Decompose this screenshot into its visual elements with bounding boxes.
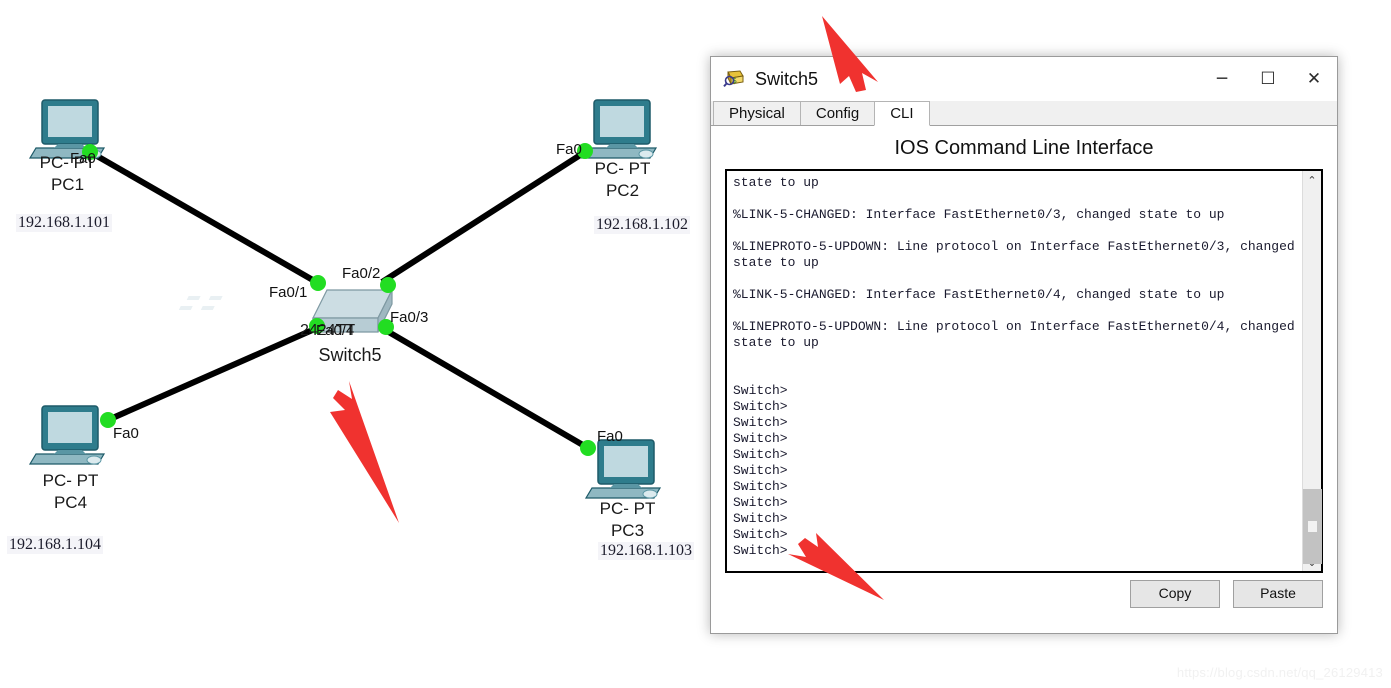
node-label-pc4: PC- PT PC4 [13, 470, 128, 515]
pc2-model: PC- PT [594, 159, 651, 178]
terminal-line: Switch> [733, 511, 788, 526]
terminal-line: Switch> [733, 415, 788, 430]
pc3-name: PC3 [610, 521, 645, 541]
link-pc4-switch [106, 325, 319, 423]
tab-physical[interactable]: Physical [713, 101, 801, 125]
port-label-switch-fa03: Fa0/3 [390, 309, 429, 326]
terminal-line: Switch> [733, 479, 788, 494]
scrollbar-thumb[interactable] [1302, 489, 1322, 564]
link-pc2-switch [380, 149, 587, 285]
port-label-pc3-fa0: Fa0 [597, 428, 623, 445]
topology-links-svg [28, 99, 662, 499]
terminal-line: Switch> [733, 543, 788, 558]
tab-config[interactable]: Config [799, 101, 876, 125]
terminal-line: %LINK-5-CHANGED: Interface FastEthernet0… [733, 287, 1225, 302]
switch-name-label: Switch5 [318, 345, 382, 365]
port-label-pc4-fa0: Fa0 [113, 425, 139, 442]
link-pc3-switch [378, 324, 590, 451]
switch-cli-window[interactable]: $ Switch5 ─ ☐ ✕ Physical Config CLI IOS … [710, 56, 1338, 634]
copy-button[interactable]: Copy [1130, 580, 1220, 608]
terminal-line: Switch> [733, 447, 788, 462]
terminal-container[interactable]: state to up %LINK-5-CHANGED: Interface F… [725, 169, 1323, 573]
node-label-pc2: PC- PT PC2 [565, 158, 680, 203]
window-title: Switch5 [755, 68, 819, 89]
terminal-line: Switch> [733, 495, 788, 510]
ip-label-pc2: 192.168.1.102 [594, 216, 690, 234]
terminal-line: Switch> [733, 463, 788, 478]
packet-tracer-switch-icon: $ [723, 68, 745, 90]
terminal-output[interactable]: state to up %LINK-5-CHANGED: Interface F… [727, 171, 1302, 571]
terminal-line: %LINEPROTO-5-UPDOWN: Line protocol on In… [733, 239, 1295, 254]
maximize-button[interactable]: ☐ [1245, 57, 1291, 101]
terminal-line: state to up [733, 175, 819, 190]
terminal-line: %LINEPROTO-5-UPDOWN: Line protocol on In… [733, 319, 1295, 334]
close-button[interactable]: ✕ [1291, 57, 1337, 101]
pc1-model: PC- PT [39, 153, 96, 172]
panel-title: IOS Command Line Interface [894, 137, 1154, 159]
window-controls[interactable]: ─ ☐ ✕ [1199, 57, 1337, 101]
node-label-pc3: PC- PT PC3 [570, 498, 685, 543]
ip-label-pc1: 192.168.1.101 [16, 214, 112, 232]
port-label-switch-fa02: Fa0/2 [342, 265, 381, 282]
pc1-name: PC1 [50, 175, 85, 195]
scrollbar-track[interactable] [1302, 189, 1322, 564]
pc3-model: PC- PT [599, 499, 656, 518]
terminal-line: %LINK-5-CHANGED: Interface FastEthernet0… [733, 207, 1225, 222]
pc4-name: PC4 [53, 493, 88, 513]
port-label-pc1-fa0: Fa0 [70, 150, 96, 167]
terminal-button-row[interactable]: Copy Paste [1130, 580, 1323, 608]
window-titlebar[interactable]: $ Switch5 ─ ☐ ✕ [711, 57, 1337, 101]
node-label-pc1: PC- PT PC1 [10, 152, 125, 197]
network-topology-canvas[interactable]: PC- PT PC1 Fa0 192.168.1.101 PC- PT PC2 … [0, 0, 710, 688]
tab-cli[interactable]: CLI [874, 101, 930, 126]
switch-model-label: 2424TT [300, 322, 356, 339]
minimize-button[interactable]: ─ [1199, 57, 1245, 101]
terminal-line: state to up [733, 335, 819, 350]
pc2-name: PC2 [605, 181, 640, 201]
paste-button[interactable]: Paste [1233, 580, 1323, 608]
port-label-switch-fa01: Fa0/1 [269, 284, 308, 301]
scroll-up-arrow-icon[interactable]: ⌃ [1303, 171, 1322, 189]
ip-label-pc3: 192.168.1.103 [598, 542, 694, 560]
tab-strip[interactable]: Physical Config CLI [711, 101, 1337, 126]
watermark: https://blog.csdn.net/qq_26129413 [1176, 665, 1383, 680]
terminal-line: Switch> [733, 383, 788, 398]
terminal-line: Switch> [733, 431, 788, 446]
terminal-line: Switch> [733, 399, 788, 414]
port-label-pc2-fa0: Fa0 [556, 141, 582, 158]
pc4-model: PC- PT [42, 471, 99, 490]
ip-label-pc4: 192.168.1.104 [7, 536, 103, 554]
terminal-line: Switch> [733, 527, 788, 542]
terminal-scrollbar[interactable]: ⌃ ⌄ [1302, 171, 1322, 571]
scrollbar-grip [1307, 521, 1317, 532]
terminal-line: state to up [733, 255, 819, 270]
